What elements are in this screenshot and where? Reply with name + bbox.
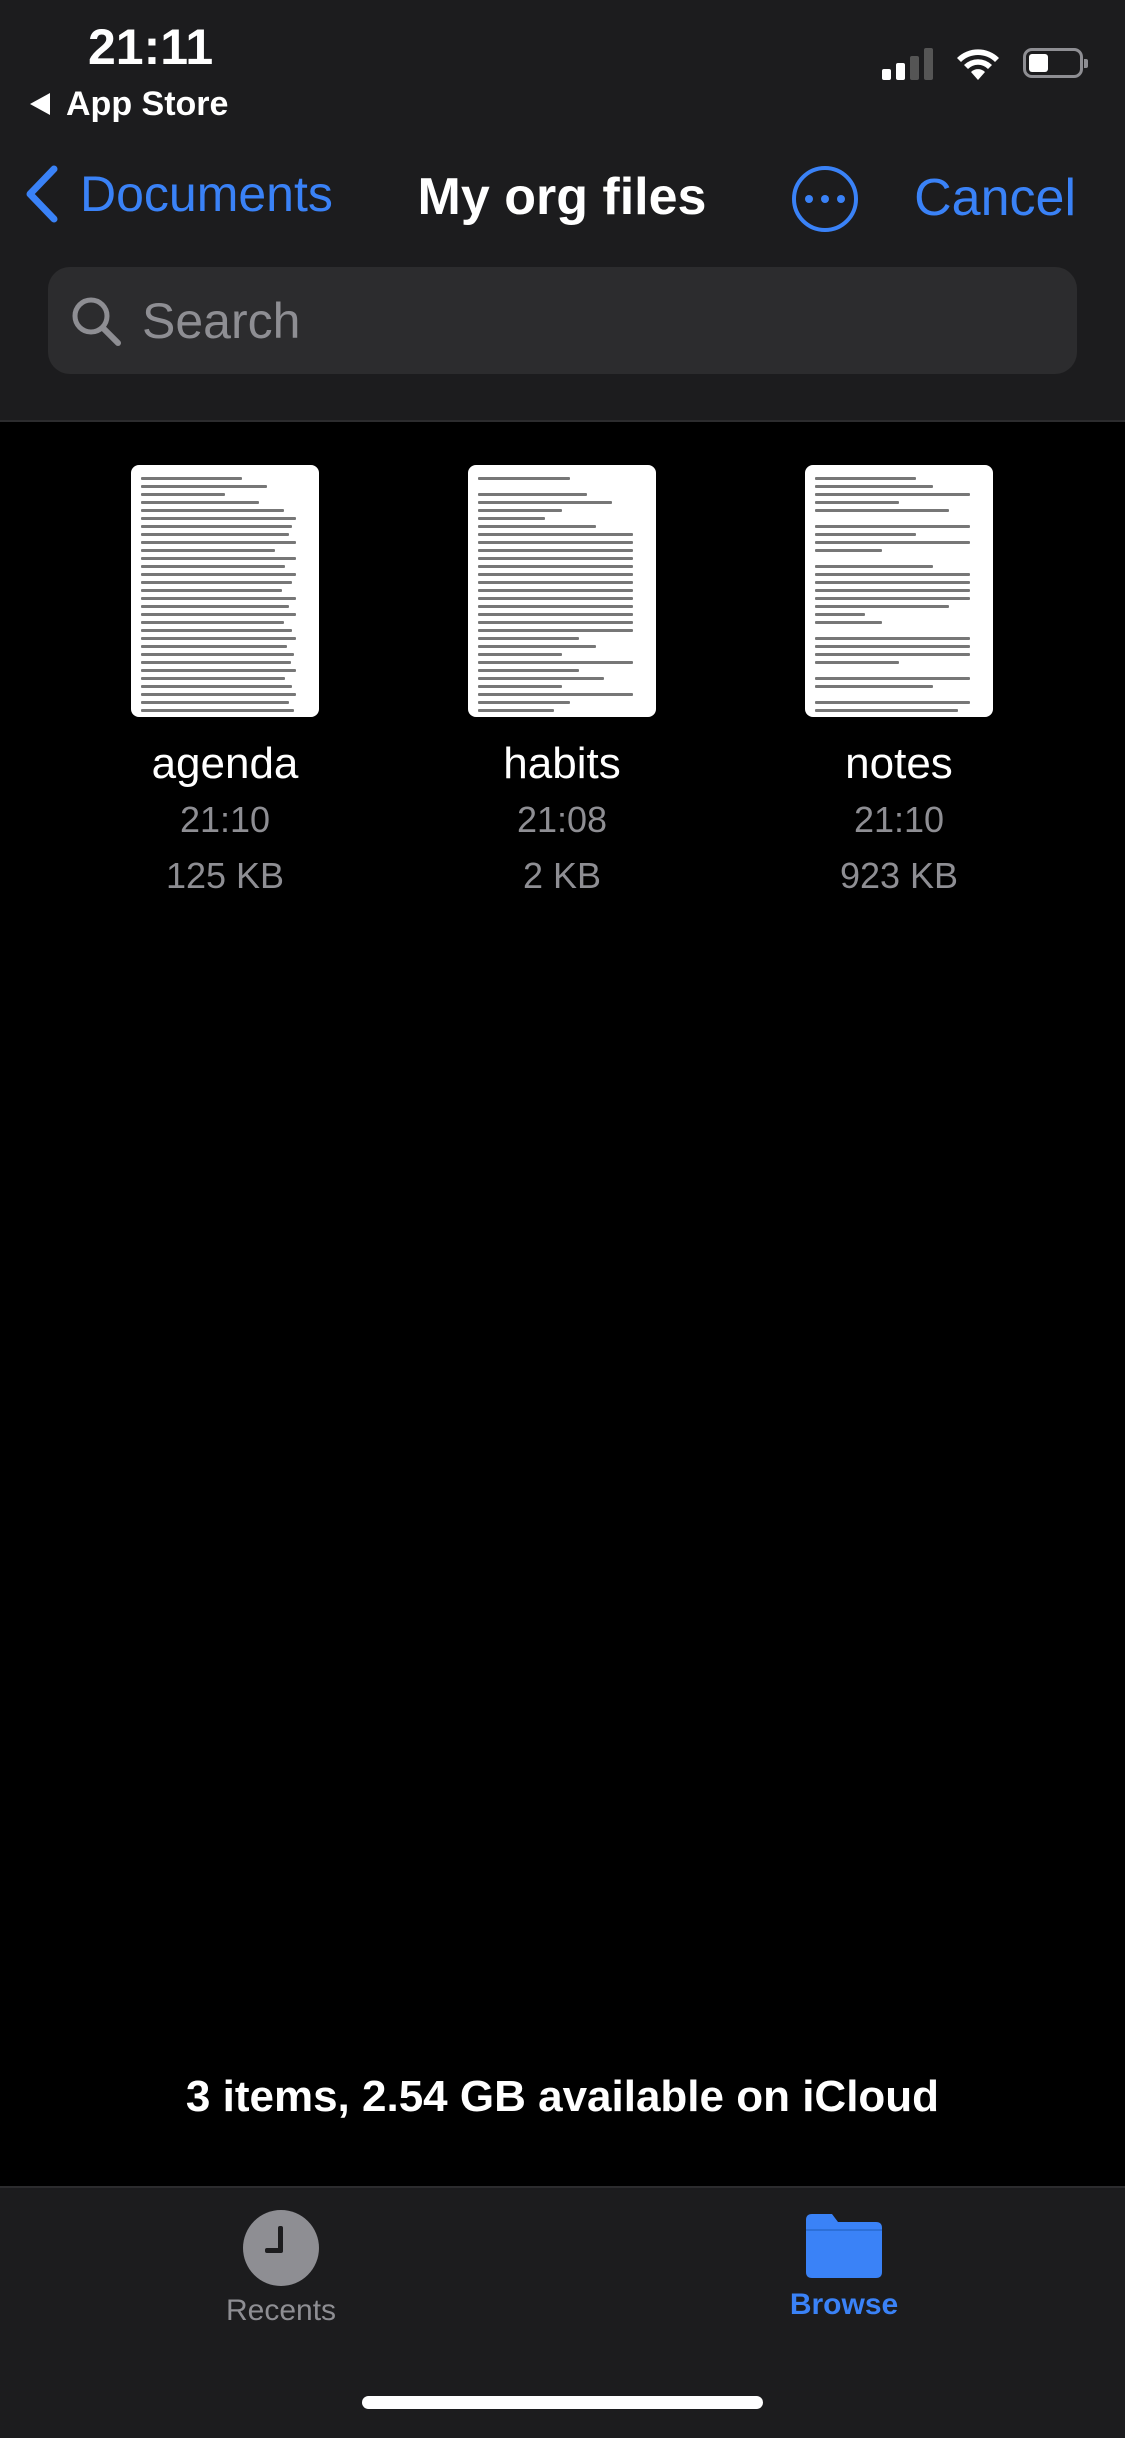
file-size: 923 KB (839, 855, 959, 896)
chevron-left-icon (26, 165, 58, 223)
home-indicator[interactable] (362, 2396, 763, 2409)
page-title: My org files (417, 168, 707, 226)
cancel-button[interactable]: Cancel (914, 168, 1076, 228)
status-time: 21:11 (88, 19, 214, 75)
file-thumbnail (805, 465, 993, 717)
search-icon (72, 297, 121, 346)
battery-icon (1023, 48, 1088, 78)
file-item-notes[interactable]: notes 21:10 923 KB (779, 465, 1019, 897)
tab-browse[interactable]: Browse (694, 2210, 994, 2322)
folder-icon (806, 2214, 882, 2278)
back-app-label: App Store (66, 84, 229, 123)
file-time: 21:08 (516, 799, 608, 840)
file-size: 125 KB (165, 855, 285, 896)
status-icons (882, 46, 1088, 80)
file-size: 2 KB (522, 855, 602, 896)
file-time: 21:10 (179, 799, 271, 840)
back-to-app-store[interactable]: App Store (30, 84, 228, 124)
search-bar[interactable] (48, 267, 1077, 374)
tab-recents-label: Recents (225, 2294, 337, 2327)
tab-recents[interactable]: Recents (131, 2210, 431, 2328)
file-item-agenda[interactable]: agenda 21:10 125 KB (105, 465, 345, 897)
ellipsis-icon (805, 195, 813, 203)
back-triangle-icon (30, 93, 50, 115)
back-button-label: Documents (80, 166, 333, 222)
file-name: notes (845, 739, 953, 788)
file-name: habits (503, 739, 621, 788)
tab-bar: Recents Browse (0, 2186, 1125, 2438)
file-name: agenda (151, 739, 299, 788)
tab-browse-label: Browse (789, 2288, 899, 2321)
more-options-button[interactable] (792, 166, 858, 232)
documents-back-button[interactable]: Documents (24, 165, 333, 223)
file-time: 21:10 (853, 799, 945, 840)
file-item-habits[interactable]: habits 21:08 2 KB (442, 465, 682, 897)
wifi-icon (957, 49, 999, 80)
file-thumbnail (131, 465, 319, 717)
clock-icon (243, 2210, 319, 2286)
header-area: 21:11 App Store Documents My org files C… (0, 0, 1125, 422)
cellular-signal-icon (882, 46, 933, 80)
storage-status: 3 items, 2.54 GB available on iCloud (185, 2072, 940, 2121)
search-input[interactable] (140, 290, 1024, 351)
file-thumbnail (468, 465, 656, 717)
